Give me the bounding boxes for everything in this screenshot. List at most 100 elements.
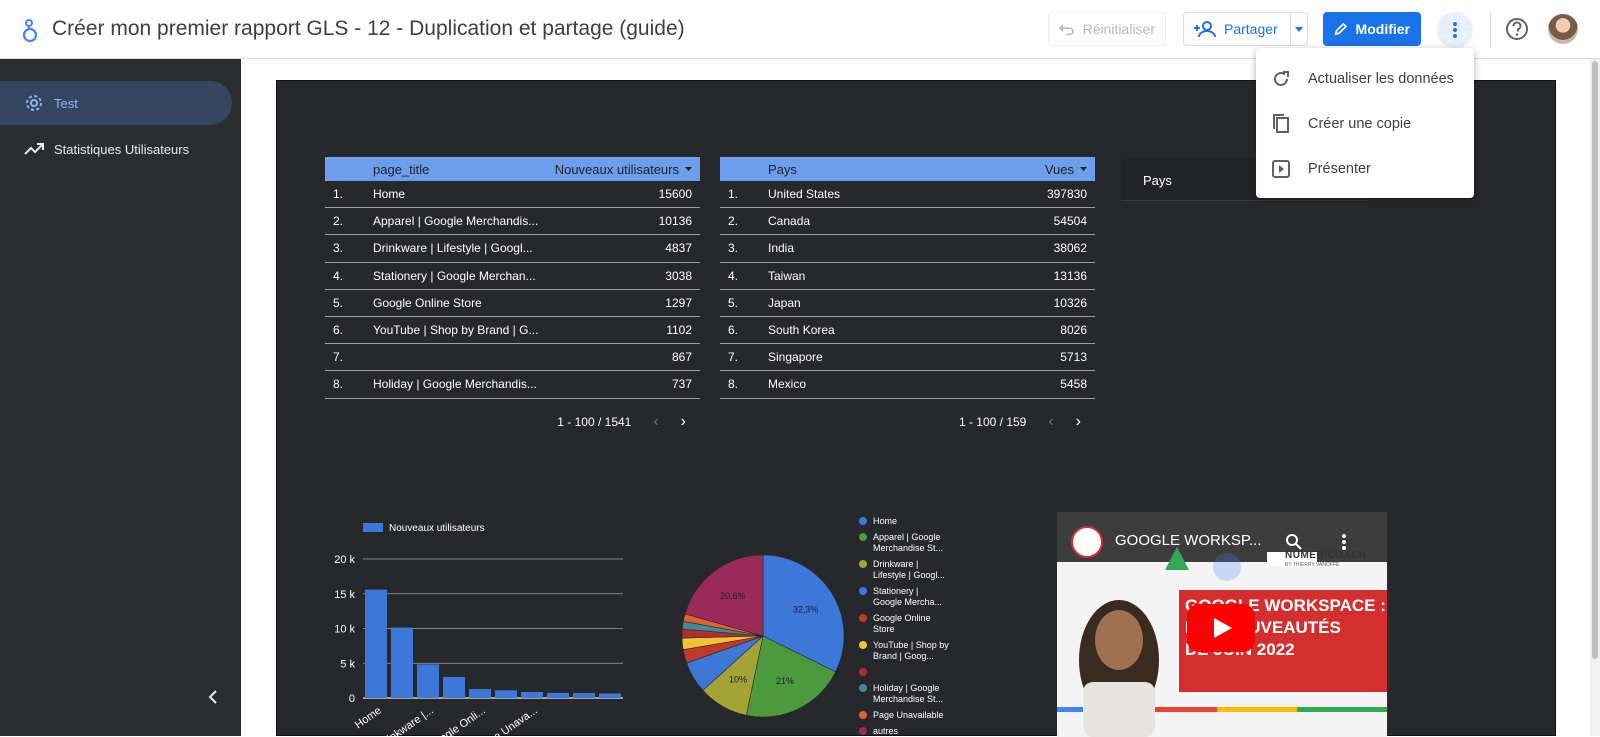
column-header-new-users[interactable]: Nouveaux utilisateurs <box>555 162 700 177</box>
column-header-views[interactable]: Vues <box>1045 162 1095 177</box>
table-row[interactable]: 5. Japan 10326 <box>720 290 1095 317</box>
table-row[interactable]: 7. Singapore 5713 <box>720 344 1095 372</box>
bar[interactable] <box>599 693 621 698</box>
next-page-icon[interactable]: › <box>681 413 686 431</box>
table-header: Pays Vues <box>720 157 1095 181</box>
sort-desc-icon <box>1080 167 1087 171</box>
slice-label: 32,3% <box>793 604 819 614</box>
legend-label: Google Online Store <box>873 613 931 634</box>
legend-swatch <box>859 711 867 719</box>
table-row[interactable]: 6. South Korea 8026 <box>720 317 1095 345</box>
bar[interactable] <box>547 692 569 698</box>
table-row[interactable]: 3. Drinkware | Lifestyle | Googl... 4837 <box>325 235 700 263</box>
row-label: Apparel | Google Merchandis... <box>373 214 539 229</box>
row-label: YouTube | Shop by Brand | G... <box>373 323 539 338</box>
row-label: Drinkware | Lifestyle | Googl... <box>373 241 533 256</box>
row-value: 38062 <box>1053 241 1087 256</box>
legend-label: Holiday | Google Merchandise St... <box>873 683 943 704</box>
sidebar-item-test[interactable]: Test <box>0 81 232 125</box>
caret-down-icon <box>1295 26 1303 32</box>
previous-page-icon[interactable]: ‹ <box>653 413 658 431</box>
row-value: 867 <box>671 350 692 365</box>
column-header-country[interactable]: Pays <box>768 162 1045 177</box>
row-label: Canada <box>768 214 811 229</box>
table-row[interactable]: 9.Colombia4827 <box>720 399 1095 407</box>
legend-label: autres <box>873 726 899 736</box>
table-row[interactable]: 6. YouTube | Shop by Brand | G... 1102 <box>325 317 700 345</box>
table-row[interactable]: 8. Holiday | Google Merchandis... 737 <box>325 371 700 399</box>
table-row[interactable]: 8. Mexico 5458 <box>720 371 1095 399</box>
share-dropdown-button[interactable] <box>1290 12 1308 46</box>
bar[interactable] <box>469 688 491 698</box>
copy-icon <box>1273 113 1289 133</box>
table-body: 1. Home 15600 2. Apparel | Google Merchandis… <box>325 181 700 407</box>
avatar[interactable] <box>1548 14 1578 44</box>
table-row[interactable]: 7. 867 <box>325 344 700 372</box>
channel-logo-icon[interactable] <box>1071 526 1103 558</box>
row-label: Holiday | Google Merchandis... <box>373 377 537 392</box>
row-index: 2. <box>728 214 739 229</box>
reset-button[interactable]: Réinitialiser <box>1048 12 1166 46</box>
youtube-play-icon[interactable] <box>1187 604 1255 652</box>
bar[interactable] <box>365 589 387 698</box>
looker-studio-logo-icon[interactable] <box>18 16 44 44</box>
youtube-video-embed[interactable]: GOOGLE WORKSP... NUMERICOACH BY THIERRY … <box>1057 512 1387 737</box>
menu-item-make-copy[interactable]: Créer une copie <box>1256 101 1474 146</box>
more-options-button[interactable] <box>1437 12 1473 48</box>
menu-item-refresh-data[interactable]: Actualiser les données <box>1256 56 1474 101</box>
pager-range: 1 - 100 / 159 <box>958 415 1027 429</box>
bar[interactable] <box>443 676 465 698</box>
next-page-icon[interactable]: › <box>1076 413 1081 431</box>
previous-page-icon[interactable]: ‹ <box>1048 413 1053 431</box>
table-row[interactable]: 1. Home 15600 <box>325 181 700 209</box>
table-row[interactable]: 2. Apparel | Google Merchandis... 10136 <box>325 208 700 236</box>
search-icon[interactable] <box>1285 533 1303 551</box>
table-row[interactable]: 3. India 38062 <box>720 235 1095 263</box>
share-button[interactable]: Partager <box>1183 12 1291 46</box>
share-label: Partager <box>1224 21 1278 37</box>
column-header-page-title[interactable]: page_title <box>373 162 555 177</box>
table-row[interactable]: 4. Taiwan 13136 <box>720 263 1095 290</box>
x-tick-label: Home <box>353 705 384 732</box>
row-index: 8. <box>728 377 739 392</box>
table-row[interactable]: 2. Canada 54504 <box>720 208 1095 236</box>
report-title[interactable]: Créer mon premier rapport GLS - 12 - Dup… <box>52 17 685 41</box>
sidebar-item-label: Test <box>54 95 78 111</box>
bar[interactable] <box>521 691 543 698</box>
scrollbar-thumb[interactable] <box>1592 61 1598 659</box>
pie-chart: 32,3% 21% 10% 20,6% Home Apparel | Google Merc… <box>681 516 949 736</box>
vertical-scrollbar[interactable] <box>1590 59 1600 736</box>
row-value: 54504 <box>1053 214 1087 229</box>
row-index: 3. <box>333 241 344 256</box>
table-row[interactable]: 1. United States 397830 <box>720 181 1095 209</box>
row-label: Google Online Store <box>373 295 482 310</box>
row-index: 8. <box>333 377 344 392</box>
edit-button[interactable]: Modifier <box>1323 12 1421 46</box>
row-index: 4. <box>333 268 344 283</box>
menu-item-present[interactable]: Présenter <box>1256 146 1474 191</box>
table-row[interactable]: 5. Google Online Store 1297 <box>325 290 700 317</box>
help-icon[interactable] <box>1504 16 1530 42</box>
row-label: Singapore <box>768 350 823 365</box>
video-title[interactable]: GOOGLE WORKSP... <box>1115 532 1261 549</box>
toolbar-divider <box>1490 12 1491 48</box>
bar[interactable] <box>417 664 439 698</box>
legend-swatch <box>859 727 867 735</box>
row-value: 10136 <box>658 214 692 229</box>
sort-desc-icon <box>685 167 692 171</box>
bar[interactable] <box>495 690 517 698</box>
table-pager: 1 - 100 / 1541 ‹ › <box>325 407 700 437</box>
slice-label: 20,6% <box>720 591 746 601</box>
row-label: Page Unavailable <box>373 405 610 407</box>
row-index: 4. <box>728 268 739 283</box>
table-row[interactable]: 9.Page Unavailable713 <box>325 399 700 407</box>
row-value: 737 <box>671 377 692 392</box>
refresh-icon <box>1274 70 1289 86</box>
row-index: 6. <box>728 323 739 338</box>
more-vert-icon[interactable] <box>1341 533 1347 551</box>
bar[interactable] <box>391 627 413 698</box>
collapse-sidebar-icon[interactable] <box>204 687 224 707</box>
sidebar-item-statistiques[interactable]: Statistiques Utilisateurs <box>0 127 232 171</box>
bar[interactable] <box>573 693 595 698</box>
table-row[interactable]: 4. Stationery | Google Merchan... 3038 <box>325 263 700 290</box>
